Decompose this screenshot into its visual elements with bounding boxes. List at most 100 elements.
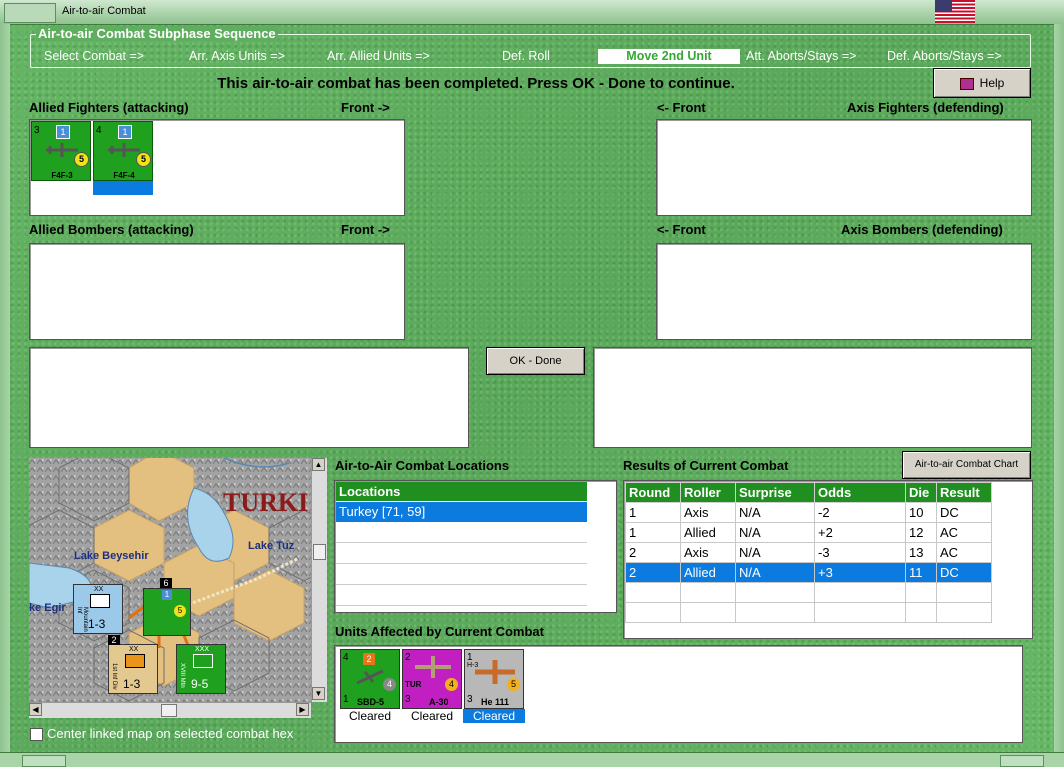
map-unit-xviii-mtn[interactable]: XXX XVIII Mtn 9-5 (176, 644, 226, 694)
phase-arr-axis-units: Arr. Axis Units => (189, 49, 285, 63)
resize-handle-left[interactable] (22, 755, 66, 767)
table-row[interactable]: 1 Allied N/A +2 12 AC (625, 522, 992, 543)
air-combat-chart-button[interactable]: Air-to-air Combat Chart (902, 451, 1031, 479)
scroll-thumb-horizontal[interactable] (161, 704, 177, 717)
unit-status: Cleared (348, 709, 392, 723)
allied-fighters-label: Allied Fighters (attacking) (29, 100, 189, 115)
selection-highlight (93, 181, 153, 195)
scroll-down-arrow-icon[interactable]: ▼ (312, 687, 325, 700)
unit-badge: 1 (162, 590, 172, 600)
location-row-empty (336, 565, 587, 585)
col-die: Die (905, 482, 937, 503)
table-row-selected[interactable]: 2 Allied N/A +3 11 DC (625, 562, 992, 583)
cell: 12 (905, 522, 937, 543)
units-affected-box[interactable]: 4 2 4 1 SBD-5 Cleared 2 TUR 4 3 A-30 Cle… (334, 645, 1023, 743)
location-row-empty (336, 523, 587, 543)
map-unit-1st-inf[interactable]: 2 XX 1st Inf Div 1-3 (108, 635, 158, 694)
results-label: Results of Current Combat (623, 458, 789, 473)
center-map-checkbox[interactable] (30, 728, 43, 741)
counter-circle-value: 5 (74, 152, 89, 167)
system-menu-button[interactable] (4, 3, 56, 23)
cell: 1 (625, 522, 681, 543)
units-affected-label: Units Affected by Current Combat (335, 624, 544, 639)
table-row[interactable]: 1 Axis N/A -2 10 DC (625, 502, 992, 523)
cell: N/A (735, 562, 815, 583)
resize-handle-right[interactable] (1000, 755, 1044, 767)
scroll-up-arrow-icon[interactable]: ▲ (312, 458, 325, 471)
cell: 13 (905, 542, 937, 563)
unit-name: XVIII Mtn (179, 663, 185, 688)
phase-move-2nd-unit: Move 2nd Unit (598, 49, 740, 64)
counter-strength: 4 (96, 125, 102, 136)
map-unit-mountain-inf[interactable]: XX Mountain Inf 1-3 (73, 584, 123, 634)
allied-fighters-box[interactable]: 3 1 5 F4F-3 4 1 5 F4F-4 (29, 119, 405, 216)
unit-size: XXX (195, 646, 210, 653)
table-row-empty (625, 602, 992, 623)
unit-counter-f4f-4[interactable]: 4 1 5 F4F-4 (93, 121, 153, 181)
location-row[interactable]: Turkey [71, 59] (336, 502, 587, 522)
subphase-legend: Air-to-air Combat Subphase Sequence (36, 26, 278, 41)
cell: Allied (680, 562, 736, 583)
cell: 11 (905, 562, 937, 583)
unit-status-selected: Cleared (463, 709, 525, 723)
unit-range: 3 (467, 694, 473, 705)
cell: Allied (680, 522, 736, 543)
ok-done-button[interactable]: OK - Done (486, 347, 585, 375)
map-horizontal-scrollbar[interactable]: ◀ ▶ (29, 702, 311, 718)
allied-bombers-label: Allied Bombers (attacking) (29, 222, 194, 237)
linked-map[interactable]: TURKI Lake Beysehir Lake Tuz ke Egir XX … (29, 458, 311, 702)
infantry-symbol-icon (90, 594, 110, 608)
axis-fighters-box[interactable] (656, 119, 1032, 216)
map-label-lake-beysehir: Lake Beysehir (74, 550, 149, 562)
affected-unit-sbd-5[interactable]: 4 2 4 1 SBD-5 (340, 649, 400, 709)
cell: DC (936, 502, 992, 523)
help-button[interactable]: Help (933, 68, 1031, 98)
locations-label: Air-to-Air Combat Locations (335, 458, 510, 473)
results-table-box: Round Roller Surprise Odds Die Result 1 … (623, 480, 1033, 639)
unit-value: 9-5 (191, 677, 209, 691)
axis-fighters-label: Axis Fighters (defending) (847, 100, 1004, 115)
cell: 2 (625, 562, 681, 583)
table-row[interactable]: 2 Axis N/A -3 13 AC (625, 542, 992, 563)
status-message: This air-to-air combat has been complete… (217, 75, 735, 92)
map-label-lake-egir: ke Egir (29, 602, 66, 614)
map-unit-air-stack[interactable]: 6 1 5 (143, 578, 191, 636)
results-table: Round Roller Surprise Odds Die Result 1 … (625, 482, 992, 623)
unit-name: He 111 (481, 697, 510, 707)
map-label-turkey: TURKI (223, 488, 309, 517)
axis-bombers-front: <- Front (657, 222, 706, 237)
locations-list[interactable]: Locations Turkey [71, 59] (334, 480, 617, 613)
stack-count: 2 (108, 635, 120, 645)
cell: N/A (735, 502, 815, 523)
col-odds: Odds (814, 482, 906, 503)
unit-status: Cleared (410, 709, 454, 723)
phase-arr-allied-units: Arr. Allied Units => (327, 49, 430, 63)
affected-unit-a-30[interactable]: 2 TUR 4 3 A-30 (402, 649, 462, 709)
unit-counter-f4f-3[interactable]: 3 1 5 F4F-3 (31, 121, 91, 181)
map-vertical-scrollbar[interactable]: ▲ ▼ (311, 458, 327, 702)
unit-strength: 2 (405, 652, 411, 663)
window-frame-left (0, 24, 10, 766)
counter-name: F4F-3 (51, 171, 73, 180)
cell: 2 (625, 542, 681, 563)
cell: +3 (814, 562, 906, 583)
phase-def-roll: Def. Roll (502, 49, 550, 63)
cell: 1 (625, 502, 681, 523)
unit-circle-value: 4 (445, 678, 458, 691)
window-frame-right (1054, 24, 1064, 766)
cell: N/A (735, 522, 815, 543)
cell: 10 (905, 502, 937, 523)
scroll-thumb-vertical[interactable] (313, 544, 326, 560)
allied-bombers-box[interactable] (29, 243, 405, 340)
bomber-plane-icon (356, 669, 384, 685)
table-row-empty (625, 582, 992, 603)
cell: AC (936, 542, 992, 563)
unit-size: XX (94, 586, 104, 593)
cell: DC (936, 562, 992, 583)
scroll-left-arrow-icon[interactable]: ◀ (29, 703, 42, 716)
axis-fighters-front: <- Front (657, 100, 706, 115)
scroll-right-arrow-icon[interactable]: ▶ (296, 703, 309, 716)
window-frame-bottom (0, 752, 1064, 767)
axis-bombers-box[interactable] (656, 243, 1032, 340)
affected-unit-he-111[interactable]: 1 H-3 5 3 He 111 (464, 649, 524, 709)
